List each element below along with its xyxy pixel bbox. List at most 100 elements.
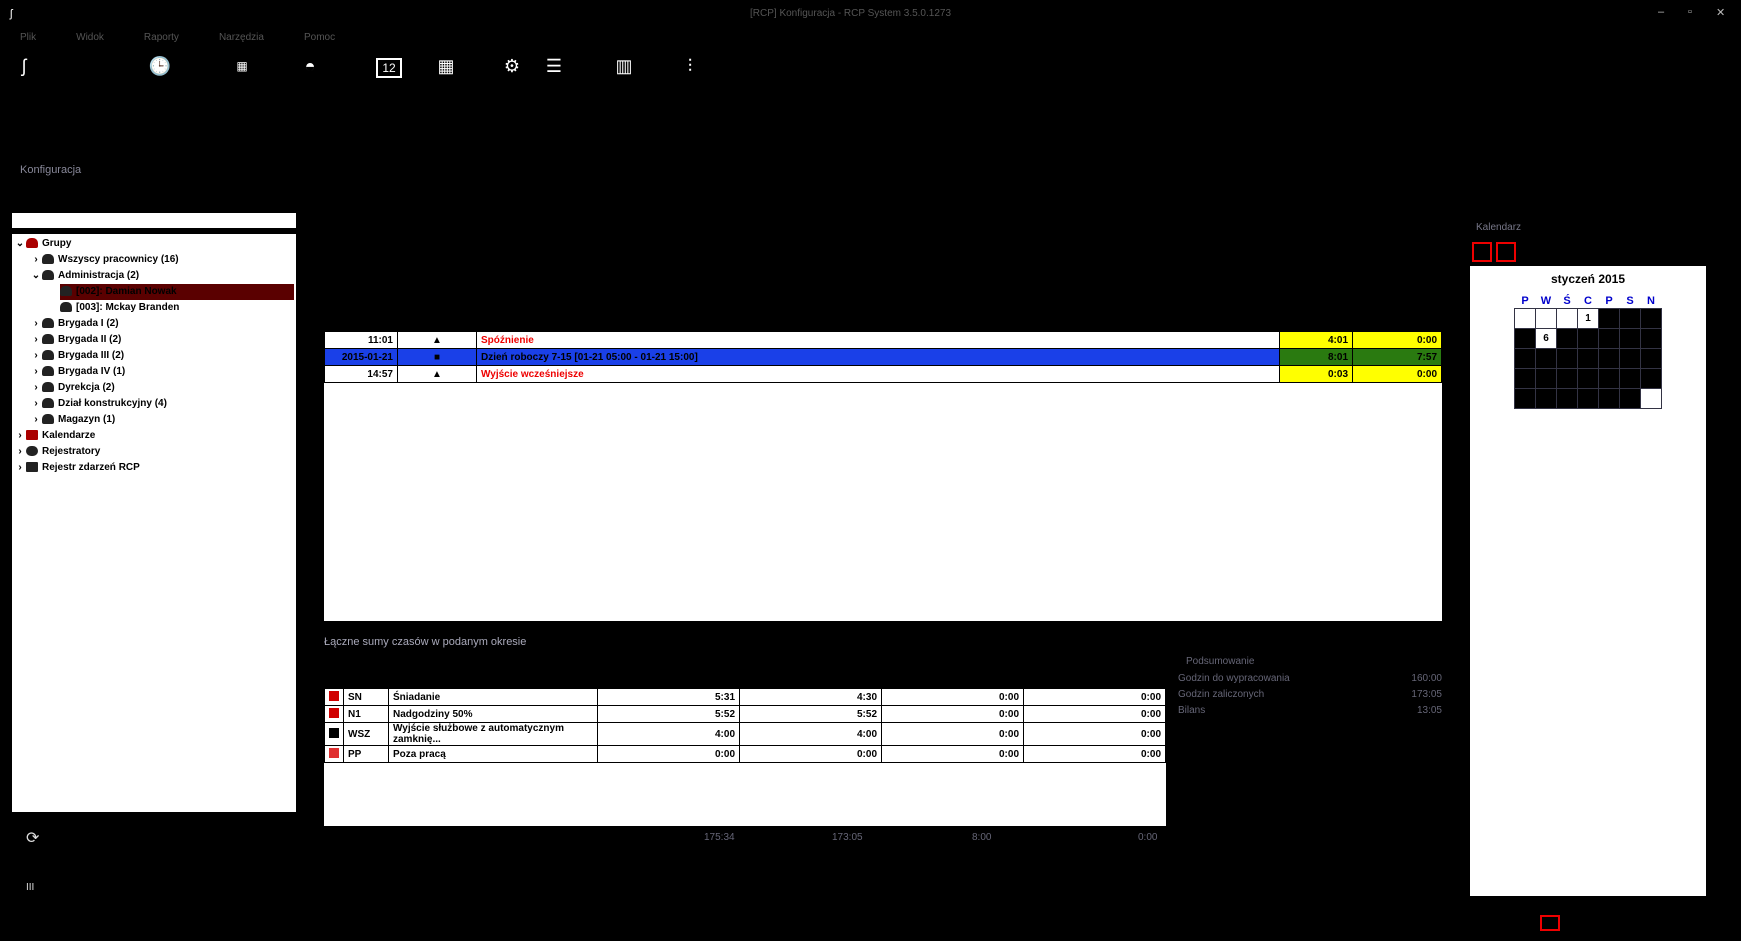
total-value: 173:05 — [832, 832, 863, 843]
calendar-panel: styczeń 2015 P W Ś C P S N 1 6 — [1470, 266, 1706, 896]
menu-item-view[interactable]: Widok — [76, 32, 104, 43]
table-row[interactable]: N1 Nadgodziny 50% 5:52 5:52 0:00 0:00 — [324, 705, 1166, 723]
calendar-day[interactable] — [1556, 328, 1578, 349]
calendar-day[interactable] — [1514, 388, 1536, 409]
calendar-day[interactable] — [1514, 328, 1536, 349]
tree-item[interactable]: › Dyrekcja (2) — [30, 380, 114, 396]
tree-item[interactable]: › Dział konstrukcyjny (4) — [30, 396, 167, 412]
calendar-day[interactable] — [1640, 308, 1662, 329]
tree-label: Rejestratory — [42, 446, 101, 457]
calendar-day[interactable] — [1577, 348, 1599, 369]
value-cell: 0:00 — [881, 705, 1024, 723]
table-row[interactable]: PP Poza pracą 0:00 0:00 0:00 0:00 — [324, 745, 1166, 763]
search-input[interactable] — [12, 213, 296, 228]
tree-label: Rejestr zdarzeń RCP — [42, 462, 140, 473]
calendar-day[interactable] — [1556, 348, 1578, 369]
warning-icon: ▲ — [397, 331, 477, 349]
calendar-day[interactable] — [1598, 368, 1620, 389]
maximize-button[interactable]: ▫ — [1688, 6, 1692, 18]
table-row[interactable]: 11:01 ▲ Spóźnienie 4:01 0:00 — [324, 331, 1442, 349]
refresh-icon[interactable]: ⟳ — [26, 828, 39, 848]
calendar-day[interactable] — [1535, 368, 1557, 389]
menu-item-file[interactable]: Plik — [20, 32, 36, 43]
tree-item[interactable]: › Brygada II (2) — [30, 332, 121, 348]
event-value: 0:00 — [1352, 331, 1442, 349]
calendar-day[interactable] — [1598, 328, 1620, 349]
calendar-day[interactable] — [1598, 308, 1620, 329]
sliders-icon[interactable]: ⫶ — [676, 52, 704, 80]
table-row[interactable]: 14:57 ▲ Wyjście wcześniejsze 0:03 0:00 — [324, 365, 1442, 383]
grid-icon[interactable]: ▦ — [432, 52, 460, 80]
minimize-button[interactable]: – — [1658, 6, 1664, 18]
calendar-day[interactable]: 6 — [1535, 328, 1557, 349]
tree-item[interactable]: › Brygada IV (1) — [30, 364, 125, 380]
calendar-day[interactable] — [1640, 328, 1662, 349]
tree-root-calendars[interactable]: › Kalendarze — [14, 428, 95, 444]
calendar-day[interactable] — [1598, 348, 1620, 369]
calendar-day[interactable] — [1619, 328, 1641, 349]
calendar-day[interactable] — [1556, 368, 1578, 389]
dashboard-icon[interactable]: ◓ — [296, 52, 324, 80]
tree-label: Administracja (2) — [58, 270, 140, 281]
calendar-day[interactable] — [1535, 388, 1557, 409]
calendar-day[interactable] — [1514, 368, 1536, 389]
calendar-12-icon[interactable]: 12 — [376, 58, 402, 78]
calendar-day[interactable] — [1577, 328, 1599, 349]
name-cell: Wyjście służbowe z automatycznym zamknię… — [388, 722, 598, 746]
settings-icon[interactable]: ⚙ — [498, 52, 526, 80]
total-value: 175:34 — [704, 832, 735, 843]
status-indicator-icon[interactable] — [1540, 915, 1560, 931]
calendar-day[interactable] — [1556, 388, 1578, 409]
calendar-day[interactable] — [1619, 308, 1641, 329]
close-button[interactable]: ✕ — [1716, 6, 1725, 19]
day-icon: ■ — [397, 348, 477, 366]
tree-item[interactable]: [003]: Mckay Branden — [60, 300, 179, 316]
clock-icon[interactable]: 🕒 — [146, 52, 174, 80]
tree-item[interactable]: › Wszyscy pracownicy (16) — [30, 252, 179, 268]
tree-item[interactable]: › Brygada III (2) — [30, 348, 124, 364]
calendar-day[interactable] — [1640, 348, 1662, 369]
calendar-today-button[interactable] — [1496, 242, 1516, 262]
total-value: 0:00 — [1138, 832, 1158, 843]
calendar-day[interactable] — [1619, 388, 1641, 409]
name-cell: Poza pracą — [388, 745, 598, 763]
calendar-day[interactable] — [1619, 348, 1641, 369]
value-cell: 4:00 — [739, 722, 882, 746]
tree-item[interactable]: › Magazyn (1) — [30, 412, 115, 428]
calendar-day[interactable] — [1577, 388, 1599, 409]
calendar-prev-button[interactable] — [1472, 242, 1492, 262]
tree-label: Magazyn (1) — [58, 414, 116, 425]
calendar-day[interactable] — [1535, 348, 1557, 369]
tree-root-events[interactable]: › Rejestr zdarzeń RCP — [14, 460, 140, 476]
calendar-day[interactable] — [1577, 368, 1599, 389]
list-icon[interactable]: ☰ — [540, 52, 568, 80]
event-label: Dzień roboczy 7-15 [01-21 05:00 - 01-21 … — [476, 348, 1280, 366]
tree-root-recorders[interactable]: › Rejestratory — [14, 444, 100, 460]
calendar-day[interactable] — [1514, 348, 1536, 369]
tree-item[interactable]: › Brygada I (2) — [30, 316, 118, 332]
menu-item-help[interactable]: Pomoc — [304, 32, 335, 43]
value-cell: 5:31 — [597, 688, 740, 706]
name-cell: Nadgodziny 50% — [388, 705, 598, 723]
tree-item-selected[interactable]: [002]: Damian Nowak — [60, 284, 294, 300]
tree-label: Wszyscy pracownicy (16) — [58, 254, 179, 265]
value-cell: 0:00 — [881, 745, 1024, 763]
table-row[interactable]: WSZ Wyjście służbowe z automatycznym zam… — [324, 722, 1166, 746]
menu-item-reports[interactable]: Raporty — [144, 32, 179, 43]
building-icon[interactable]: ▥ — [610, 52, 638, 80]
name-cell: Śniadanie — [388, 688, 598, 706]
logo-icon[interactable]: ʃ — [10, 52, 38, 80]
tree-item[interactable]: ⌄ Administracja (2) — [30, 268, 139, 284]
table-row[interactable]: SN Śniadanie 5:31 4:30 0:00 0:00 — [324, 688, 1166, 706]
calendar-month[interactable]: styczeń 2015 — [1470, 272, 1706, 286]
menu-item-tools[interactable]: Narzędzia — [219, 32, 264, 43]
calendar-day[interactable] — [1619, 368, 1641, 389]
calendar-day-icon[interactable]: ▦ — [228, 52, 256, 80]
value-cell: 0:00 — [1023, 688, 1166, 706]
tree-root-groups[interactable]: ⌄ Grupy — [14, 236, 72, 252]
calendar-day[interactable] — [1598, 388, 1620, 409]
table-row-selected[interactable]: 2015-01-21 ■ Dzień roboczy 7-15 [01-21 0… — [324, 348, 1442, 366]
calendar-day[interactable] — [1640, 368, 1662, 389]
calendar-day[interactable]: 1 — [1577, 308, 1599, 329]
code-cell: PP — [343, 745, 389, 763]
